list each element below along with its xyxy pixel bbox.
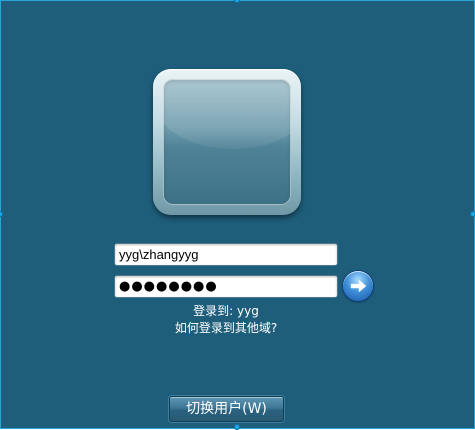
username-field[interactable] <box>114 243 338 266</box>
switch-user-button[interactable]: 切换用户(W) <box>169 396 284 422</box>
logon-to-label: 登录到: yyg <box>193 304 259 318</box>
other-domain-link[interactable]: 如何登录到其他域? <box>166 319 286 336</box>
submit-button[interactable] <box>343 271 373 301</box>
password-field[interactable]: ●●●●●●●● <box>114 275 338 298</box>
resize-handle-right[interactable] <box>470 211 475 217</box>
resize-handle-bottom[interactable] <box>234 424 240 430</box>
arrow-right-icon <box>350 279 367 293</box>
login-screen: ●●●●●●●● 登录到: yyg 如何登录到其他域? 切换用户(W) <box>0 0 475 430</box>
user-tile-icon <box>153 69 301 215</box>
resize-handle-top[interactable] <box>234 0 240 3</box>
user-tile-picture <box>163 79 291 205</box>
password-mask: ●●●●●●●● <box>119 279 218 294</box>
resize-handle-left[interactable] <box>0 211 3 217</box>
